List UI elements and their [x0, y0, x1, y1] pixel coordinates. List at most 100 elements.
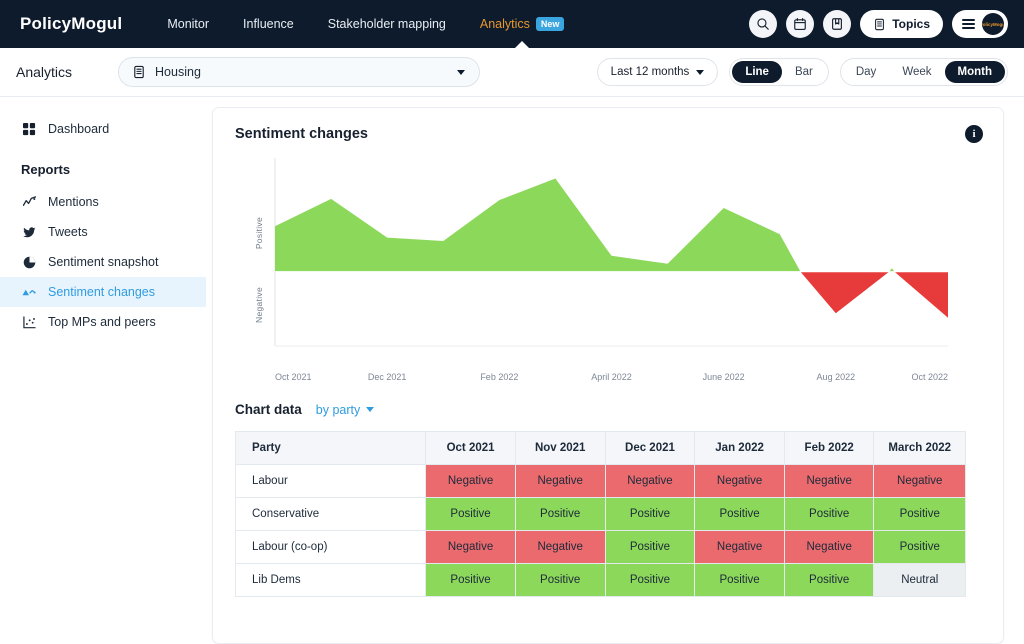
- table-cell-sentiment: Negative: [514, 464, 606, 498]
- table-row: Conservative Positive Positive Positive Posi…: [235, 497, 966, 531]
- table-cell-sentiment: Negative: [783, 464, 875, 498]
- toolbar-controls: Last 12 months Line Bar Day Week Month: [596, 58, 1008, 86]
- analytics-page: PolicyMogul Monitor Influence Stakeholder …: [0, 0, 1024, 644]
- y-axis-label-positive: Positive: [254, 217, 264, 250]
- granularity-option-week[interactable]: Week: [889, 61, 944, 83]
- chart-type-option-line[interactable]: Line: [732, 61, 782, 83]
- table-row: Lib Dems Positive Positive Positive Positive…: [235, 563, 966, 597]
- table-cell-sentiment: Positive: [425, 497, 516, 531]
- x-axis-tick-label: April 2022: [591, 372, 632, 382]
- table-header-month: Jan 2022: [694, 431, 785, 465]
- nav-item-monitor[interactable]: Monitor: [167, 0, 209, 48]
- account-menu-button[interactable]: PolicyMogul: [952, 10, 1008, 38]
- bookmark-button[interactable]: [823, 10, 852, 38]
- area-chart-svg: [274, 158, 948, 347]
- sidebar-item-top-mps-and-peers[interactable]: Top MPs and peers: [0, 307, 206, 337]
- search-button[interactable]: [749, 10, 778, 38]
- page-title: Analytics: [16, 64, 73, 80]
- sentiment-changes-card: Sentiment changes i Positive Negative Oc…: [212, 107, 1004, 644]
- table-cell-party: Labour (co-op): [235, 530, 427, 564]
- chevron-down-icon: [366, 407, 375, 412]
- avatar-label: PolicyMogul: [982, 21, 1004, 27]
- table-cell-sentiment: Negative: [694, 530, 785, 564]
- topic-select[interactable]: Housing: [118, 57, 481, 87]
- chart-data-table: Party Oct 2021 Nov 2021 Dec 2021 Jan 2022 Feb…: [235, 431, 966, 597]
- topics-button-label: Topics: [892, 17, 930, 31]
- nav-item-influence[interactable]: Influence: [243, 0, 294, 48]
- x-axis-tick-label: Feb 2022: [480, 372, 519, 382]
- sidebar-item-label: Dashboard: [48, 122, 110, 136]
- table-cell-sentiment: Positive: [604, 563, 696, 597]
- sidebar-item-tweets[interactable]: Tweets: [0, 217, 206, 247]
- table-cell-sentiment: Positive: [514, 563, 606, 597]
- granularity-toggle: Day Week Month: [839, 58, 1008, 86]
- topic-select-value: Housing: [155, 65, 201, 79]
- sidebar-item-sentiment-snapshot[interactable]: Sentiment snapshot: [0, 247, 206, 277]
- chart-data-header: Chart data by party: [235, 402, 981, 417]
- table-cell-sentiment: Negative: [783, 530, 875, 564]
- top-nav-actions: Topics PolicyMogul: [749, 10, 1008, 38]
- sidebar: Dashboard Reports Mentions Tweets Sentimen…: [0, 97, 206, 644]
- chevron-down-icon: [457, 69, 466, 75]
- pie-chart-icon: [21, 256, 37, 269]
- table-cell-sentiment: Positive: [694, 497, 785, 531]
- table-header-party: Party: [235, 431, 427, 465]
- table-cell-sentiment: Negative: [873, 464, 966, 498]
- search-icon: [757, 18, 770, 30]
- hamburger-icon: [962, 18, 975, 30]
- app-logo[interactable]: PolicyMogul: [20, 14, 122, 34]
- table-cell-sentiment: Positive: [604, 530, 696, 564]
- table-cell-sentiment: Negative: [425, 530, 516, 564]
- avatar: PolicyMogul: [982, 13, 1004, 35]
- table-cell-sentiment: Negative: [425, 464, 516, 498]
- sidebar-item-dashboard[interactable]: Dashboard: [0, 114, 206, 144]
- group-by-value: by party: [315, 402, 361, 417]
- table-cell-party: Conservative: [235, 497, 427, 531]
- table-cell-sentiment: Negative: [604, 464, 696, 498]
- sidebar-section-reports: Reports: [21, 162, 71, 177]
- y-axis-label-negative: Negative: [254, 286, 264, 323]
- twitter-bird-icon: [21, 226, 37, 239]
- sidebar-item-sentiment-changes[interactable]: Sentiment changes: [0, 277, 206, 307]
- table-cell-sentiment: Positive: [694, 563, 785, 597]
- calendar-button[interactable]: [786, 10, 815, 38]
- table-cell-party: Labour: [235, 464, 427, 498]
- table-header-row: Party Oct 2021 Nov 2021 Dec 2021 Jan 2022 Feb…: [235, 431, 966, 465]
- main-content: Sentiment changes i Positive Negative Oc…: [206, 97, 1024, 644]
- sidebar-item-label: Sentiment changes: [48, 285, 156, 299]
- nav-item-stakeholder-mapping[interactable]: Stakeholder mapping: [328, 0, 446, 48]
- chart-data-table-wrap[interactable]: Party Oct 2021 Nov 2021 Dec 2021 Jan 2022 Feb…: [235, 431, 966, 597]
- page-body: Dashboard Reports Mentions Tweets Sentimen…: [0, 97, 1024, 644]
- table-cell-sentiment: Positive: [514, 497, 606, 531]
- table-header-month: Feb 2022: [783, 431, 875, 465]
- chevron-down-icon: [696, 69, 705, 75]
- x-axis-tick-label: Oct 2021: [275, 372, 312, 382]
- nav-item-label: Stakeholder mapping: [327, 17, 446, 31]
- date-range-select[interactable]: Last 12 months: [596, 58, 719, 86]
- list-document-icon: [875, 18, 885, 30]
- info-icon[interactable]: i: [965, 125, 983, 143]
- x-axis-tick-label: June 2022: [702, 372, 745, 382]
- sidebar-item-label: Mentions: [48, 195, 99, 209]
- table-cell-sentiment: Positive: [873, 497, 966, 531]
- chart-type-toggle: Line Bar: [729, 58, 829, 86]
- chart-type-option-bar[interactable]: Bar: [782, 61, 826, 83]
- nav-item-analytics[interactable]: Analytics New: [480, 0, 565, 48]
- sidebar-item-label: Top MPs and peers: [48, 315, 156, 329]
- x-axis-ticks: Oct 2021 Dec 2021 Feb 2022 April 2022 June 2…: [235, 372, 981, 388]
- granularity-option-month[interactable]: Month: [944, 61, 1005, 83]
- sidebar-report-list: Mentions Tweets Sentiment snapshot Sentimen…: [0, 187, 206, 337]
- table-header-month: March 2022: [873, 431, 966, 465]
- group-by-select[interactable]: by party: [315, 402, 375, 417]
- granularity-option-day[interactable]: Day: [843, 61, 889, 83]
- table-cell-sentiment: Positive: [425, 563, 516, 597]
- list-document-icon: [134, 65, 144, 79]
- table-cell-party: Lib Dems: [235, 563, 427, 597]
- table-body: Labour Negative Negative Negative Negative Ne…: [235, 464, 966, 597]
- table-row: Labour Negative Negative Negative Negative Ne…: [235, 464, 966, 498]
- x-axis-tick-label: Dec 2021: [367, 372, 407, 382]
- sidebar-item-mentions[interactable]: Mentions: [0, 187, 206, 217]
- sidebar-item-label: Sentiment snapshot: [48, 255, 159, 269]
- topics-button[interactable]: Topics: [860, 10, 943, 38]
- calendar-icon: [794, 18, 807, 30]
